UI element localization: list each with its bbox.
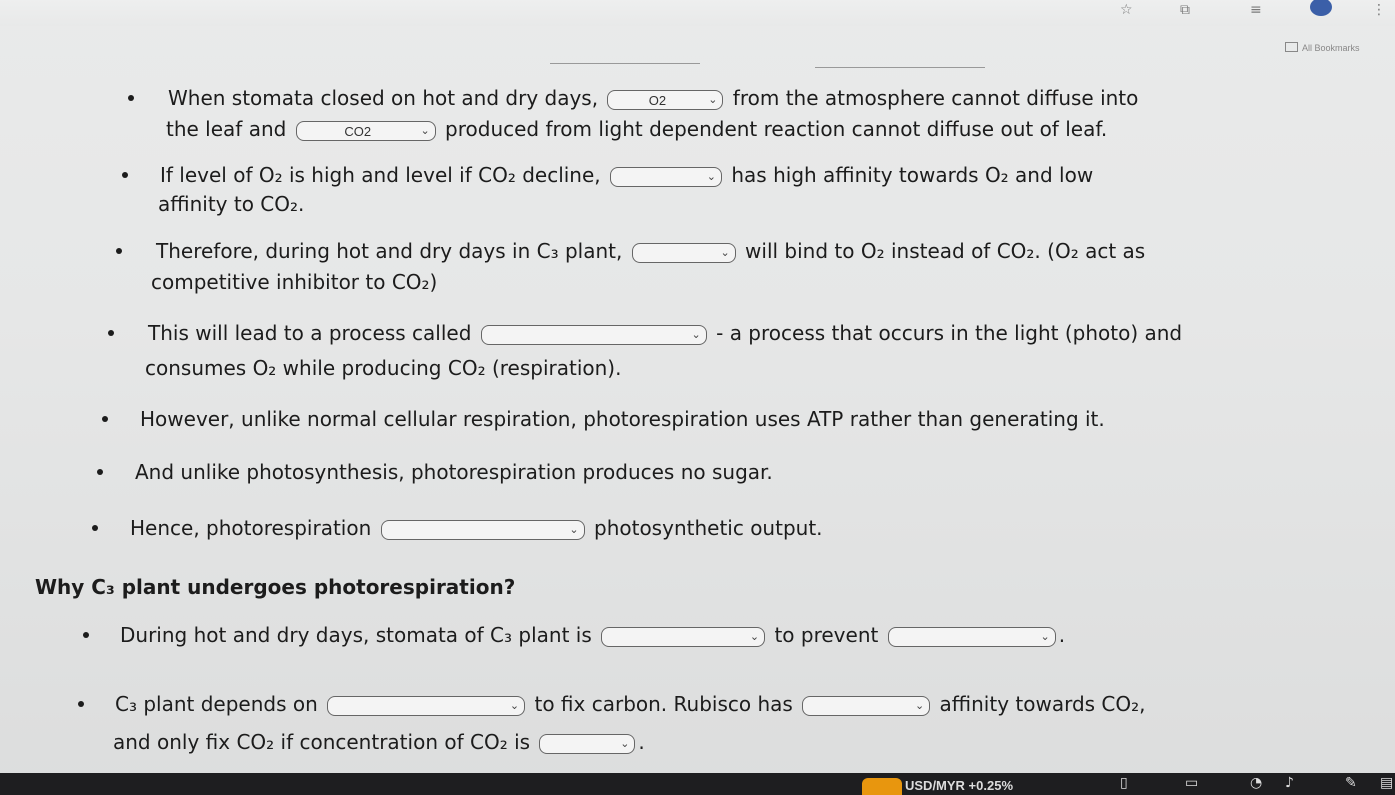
- line-text: will bind to O₂ instead of CO₂. (O₂ act …: [738, 239, 1146, 263]
- line-text: produced from light dependent reaction c…: [438, 117, 1108, 141]
- line-text: and only fix CO₂ if concentration of CO₂…: [113, 730, 537, 754]
- chevron-down-icon: ⌄: [706, 169, 717, 183]
- question-line: affinity to CO₂.: [158, 191, 304, 217]
- answer-dropdown[interactable]: O2 ⌄: [607, 89, 724, 110]
- chevron-down-icon: ⌄: [569, 522, 579, 536]
- folder-icon: [1285, 42, 1298, 52]
- dropdown-selected-value: O2: [648, 92, 667, 108]
- browser-toolbar: ☆ ⧉ ≡ ⋮: [0, 0, 1395, 26]
- volume-icon[interactable]: ♪: [1285, 775, 1294, 791]
- wifi-icon[interactable]: ◔: [1250, 775, 1262, 791]
- answer-dropdown[interactable]: CO2 ⌄: [295, 120, 436, 141]
- line-text: .: [638, 730, 645, 754]
- line-text: to prevent: [768, 623, 885, 647]
- question-line: consumes O₂ while producing CO₂ (respira…: [145, 355, 621, 381]
- line-text: has high affinity towards O₂ and low: [725, 163, 1094, 187]
- answer-dropdown[interactable]: ⌄: [887, 626, 1056, 647]
- divider: [550, 63, 700, 64]
- line-text: consumes O₂ while producing CO₂ (respira…: [145, 356, 622, 380]
- answer-dropdown[interactable]: ⌄: [631, 242, 736, 263]
- line-text: affinity towards CO₂,: [933, 692, 1146, 716]
- bullet-icon: [97, 469, 103, 475]
- line-text: .: [1058, 623, 1066, 647]
- line-text: And unlike photosynthesis, photorespirat…: [135, 460, 773, 484]
- question-line: If level of O₂ is high and level if CO₂ …: [160, 162, 1093, 188]
- chevron-down-icon: ⌄: [1040, 629, 1050, 643]
- chevron-down-icon: ⌄: [620, 736, 630, 750]
- taskbar-status-text: USD/MYR +0.25%: [905, 778, 1014, 793]
- extensions-icon[interactable]: ⧉: [1180, 2, 1190, 18]
- question-line: When stomata closed on hot and dry days,…: [168, 85, 1138, 111]
- line-text: to fix carbon. Rubisco has: [528, 692, 800, 716]
- chevron-down-icon: ⌄: [691, 327, 701, 341]
- question-line: And unlike photosynthesis, photorespirat…: [135, 459, 773, 485]
- menu-icon[interactable]: ⋮: [1372, 2, 1386, 18]
- question-line: and only fix CO₂ if concentration of CO₂…: [113, 729, 645, 755]
- answer-dropdown[interactable]: ⌄: [610, 166, 723, 187]
- profile-avatar-icon[interactable]: [1310, 0, 1332, 16]
- question-line: Therefore, during hot and dry days in C₃…: [156, 238, 1145, 264]
- chevron-down-icon: ⌄: [708, 92, 718, 106]
- question-line: competitive inhibitor to CO₂): [151, 269, 437, 295]
- answer-dropdown[interactable]: ⌄: [802, 695, 931, 716]
- queue-icon[interactable]: ≡: [1250, 2, 1262, 18]
- answer-dropdown[interactable]: ⌄: [380, 519, 585, 540]
- line-text: However, unlike normal cellular respirat…: [140, 407, 1105, 431]
- line-text: - a process that occurs in the light (ph…: [709, 321, 1183, 345]
- line-text: Therefore, during hot and dry days in C₃…: [156, 239, 629, 263]
- answer-dropdown[interactable]: ⌄: [480, 324, 707, 345]
- pen-icon[interactable]: ✎: [1345, 775, 1357, 791]
- line-text: the leaf and: [166, 117, 293, 141]
- chevron-down-icon: ⌄: [509, 698, 520, 712]
- question-line: Hence, photorespiration ⌄ photosynthetic…: [130, 515, 823, 541]
- question-line: This will lead to a process called ⌄ - a…: [148, 320, 1182, 346]
- line-text: C₃ plant depends on: [115, 692, 325, 716]
- notification-icon[interactable]: ▤: [1380, 775, 1393, 791]
- battery-icon: ▭: [1185, 775, 1199, 791]
- answer-dropdown[interactable]: ⌄: [601, 626, 766, 647]
- bullet-icon: [128, 95, 134, 101]
- chevron-down-icon: ⌄: [914, 698, 925, 712]
- bullet-icon: [83, 632, 89, 638]
- section-heading: Why C₃ plant undergoes photorespiration?: [35, 574, 515, 600]
- line-text: During hot and dry days, stomata of C₃ p…: [120, 623, 599, 647]
- bullet-icon: [108, 330, 114, 336]
- divider: [815, 67, 985, 68]
- line-text: This will lead to a process called: [148, 321, 478, 345]
- line-text: When stomata closed on hot and dry days,: [168, 86, 605, 110]
- star-icon[interactable]: ☆: [1120, 2, 1133, 18]
- answer-dropdown[interactable]: ⌄: [327, 695, 526, 716]
- question-line: C₃ plant depends on ⌄ to fix carbon. Rub…: [115, 691, 1146, 717]
- line-text: Hence, photorespiration: [130, 516, 378, 540]
- line-text: competitive inhibitor to CO₂): [151, 270, 438, 294]
- bullet-icon: [102, 416, 108, 422]
- line-text: photosynthetic output.: [587, 516, 823, 540]
- bullet-icon: [92, 525, 98, 531]
- bullet-icon: [78, 701, 84, 707]
- weather-widget-icon[interactable]: [862, 778, 902, 795]
- line-text: If level of O₂ is high and level if CO₂ …: [160, 163, 608, 187]
- bullet-icon: [116, 248, 122, 254]
- chevron-down-icon: ⌄: [420, 123, 430, 137]
- line-text: from the atmosphere cannot diffuse into: [726, 86, 1139, 110]
- answer-dropdown[interactable]: ⌄: [539, 733, 636, 754]
- bookmarks-bar-item[interactable]: All Bookmarks: [1285, 42, 1360, 53]
- chevron-down-icon: ⌄: [749, 629, 760, 643]
- chevron-down-icon: ⌄: [720, 245, 730, 259]
- question-line: the leaf and CO2 ⌄ produced from light de…: [166, 116, 1107, 142]
- line-text: affinity to CO₂.: [158, 192, 305, 216]
- line-text: Why C₃ plant undergoes photorespiration?: [35, 575, 516, 599]
- question-line: However, unlike normal cellular respirat…: [140, 406, 1105, 432]
- question-line: During hot and dry days, stomata of C₃ p…: [120, 622, 1065, 648]
- dropdown-selected-value: CO2: [344, 123, 372, 139]
- bullet-icon: [122, 172, 128, 178]
- app-icon[interactable]: ▯: [1120, 775, 1128, 791]
